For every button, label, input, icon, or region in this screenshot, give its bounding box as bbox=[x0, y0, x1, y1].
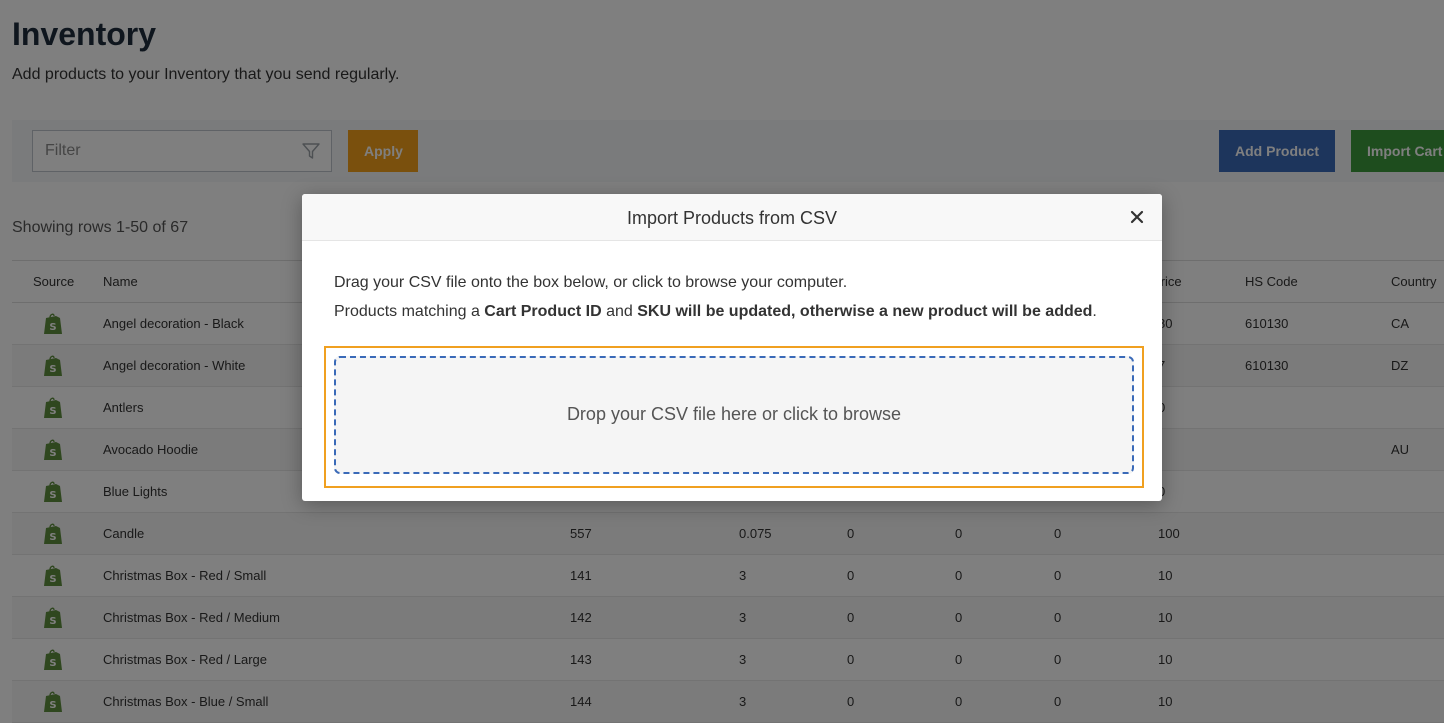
note-suffix: . bbox=[1092, 303, 1097, 320]
dropzone-text: Drop your CSV file here or click to brow… bbox=[566, 404, 902, 424]
modal-instructions: Drag your CSV file onto the box below, o… bbox=[334, 274, 848, 291]
modal-matching-note: Products matching a Cart Product ID and … bbox=[334, 303, 1097, 321]
note-bold-cart-id: Cart Product ID bbox=[484, 303, 602, 320]
inventory-page: Inventory Add products to your Inventory… bbox=[0, 0, 1444, 723]
note-bold-sku: SKU will be updated, otherwise a new pro… bbox=[637, 303, 1093, 320]
note-mid: and bbox=[601, 303, 638, 320]
modal-title: Import Products from CSV bbox=[626, 208, 838, 228]
close-icon[interactable] bbox=[1128, 208, 1146, 226]
modal-header: Import Products from CSV bbox=[302, 194, 1162, 241]
note-prefix: Products matching a bbox=[334, 303, 485, 320]
csv-dropzone[interactable]: Drop your CSV file here or click to brow… bbox=[334, 356, 1134, 474]
import-csv-modal: Import Products from CSV Drag your CSV f… bbox=[302, 194, 1162, 501]
dropzone-focus-ring: Drop your CSV file here or click to brow… bbox=[324, 346, 1144, 488]
